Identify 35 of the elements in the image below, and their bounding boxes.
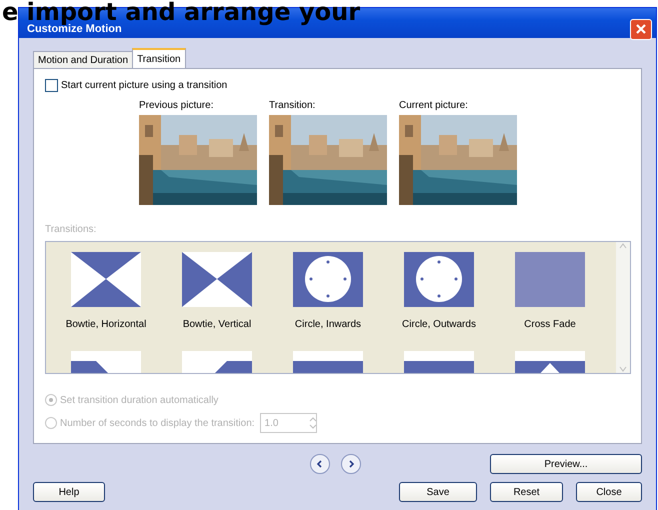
transition-label[interactable]: Circle, Outwards <box>402 319 476 330</box>
left-chevron-icon <box>316 460 324 468</box>
scroll-down-icon[interactable] <box>619 365 627 373</box>
checkbox-label: Start current picture using a transition <box>61 80 228 91</box>
help-button[interactable]: Help <box>33 482 105 502</box>
tab[interactable]: Motion and Duration <box>33 51 134 68</box>
transition-icon <box>404 252 474 307</box>
close-icon[interactable] <box>630 18 652 40</box>
reset-button[interactable]: Reset <box>490 482 563 502</box>
radio-label: Number of seconds to display the transition: <box>60 418 255 428</box>
transition-label[interactable]: Circle, Inwards <box>294 319 362 330</box>
window-title: Customize Motion <box>27 23 122 35</box>
right-chevron-icon <box>347 460 355 468</box>
background-heading: e import and arrange your <box>2 0 360 25</box>
preview-label: Current picture: <box>399 100 469 111</box>
preview-button[interactable]: Preview... <box>490 454 642 474</box>
transition-label[interactable]: Bowtie, Horizontal <box>66 319 146 330</box>
transition-icon <box>71 252 141 307</box>
tab[interactable]: Transition <box>132 48 186 68</box>
next-button[interactable] <box>341 454 361 474</box>
section-label: Transitions: <box>45 224 96 235</box>
transition-icon <box>293 252 363 307</box>
checkbox[interactable] <box>45 79 58 92</box>
transition-icon <box>515 252 585 307</box>
transition-label[interactable]: Cross Fade <box>524 319 576 330</box>
scrollbar[interactable] <box>616 242 630 373</box>
radio-label: Set transition duration automatically <box>60 394 218 406</box>
preview-label: Previous picture: <box>139 100 214 111</box>
close-button[interactable]: Close <box>576 482 642 502</box>
transition-icon <box>182 252 252 307</box>
transition-label[interactable]: Bowtie, Vertical <box>182 319 252 330</box>
save-button[interactable]: Save <box>399 482 477 502</box>
preview-label: Transition: <box>269 100 316 111</box>
scroll-up-icon[interactable] <box>619 242 627 250</box>
previous-button[interactable] <box>310 454 330 474</box>
